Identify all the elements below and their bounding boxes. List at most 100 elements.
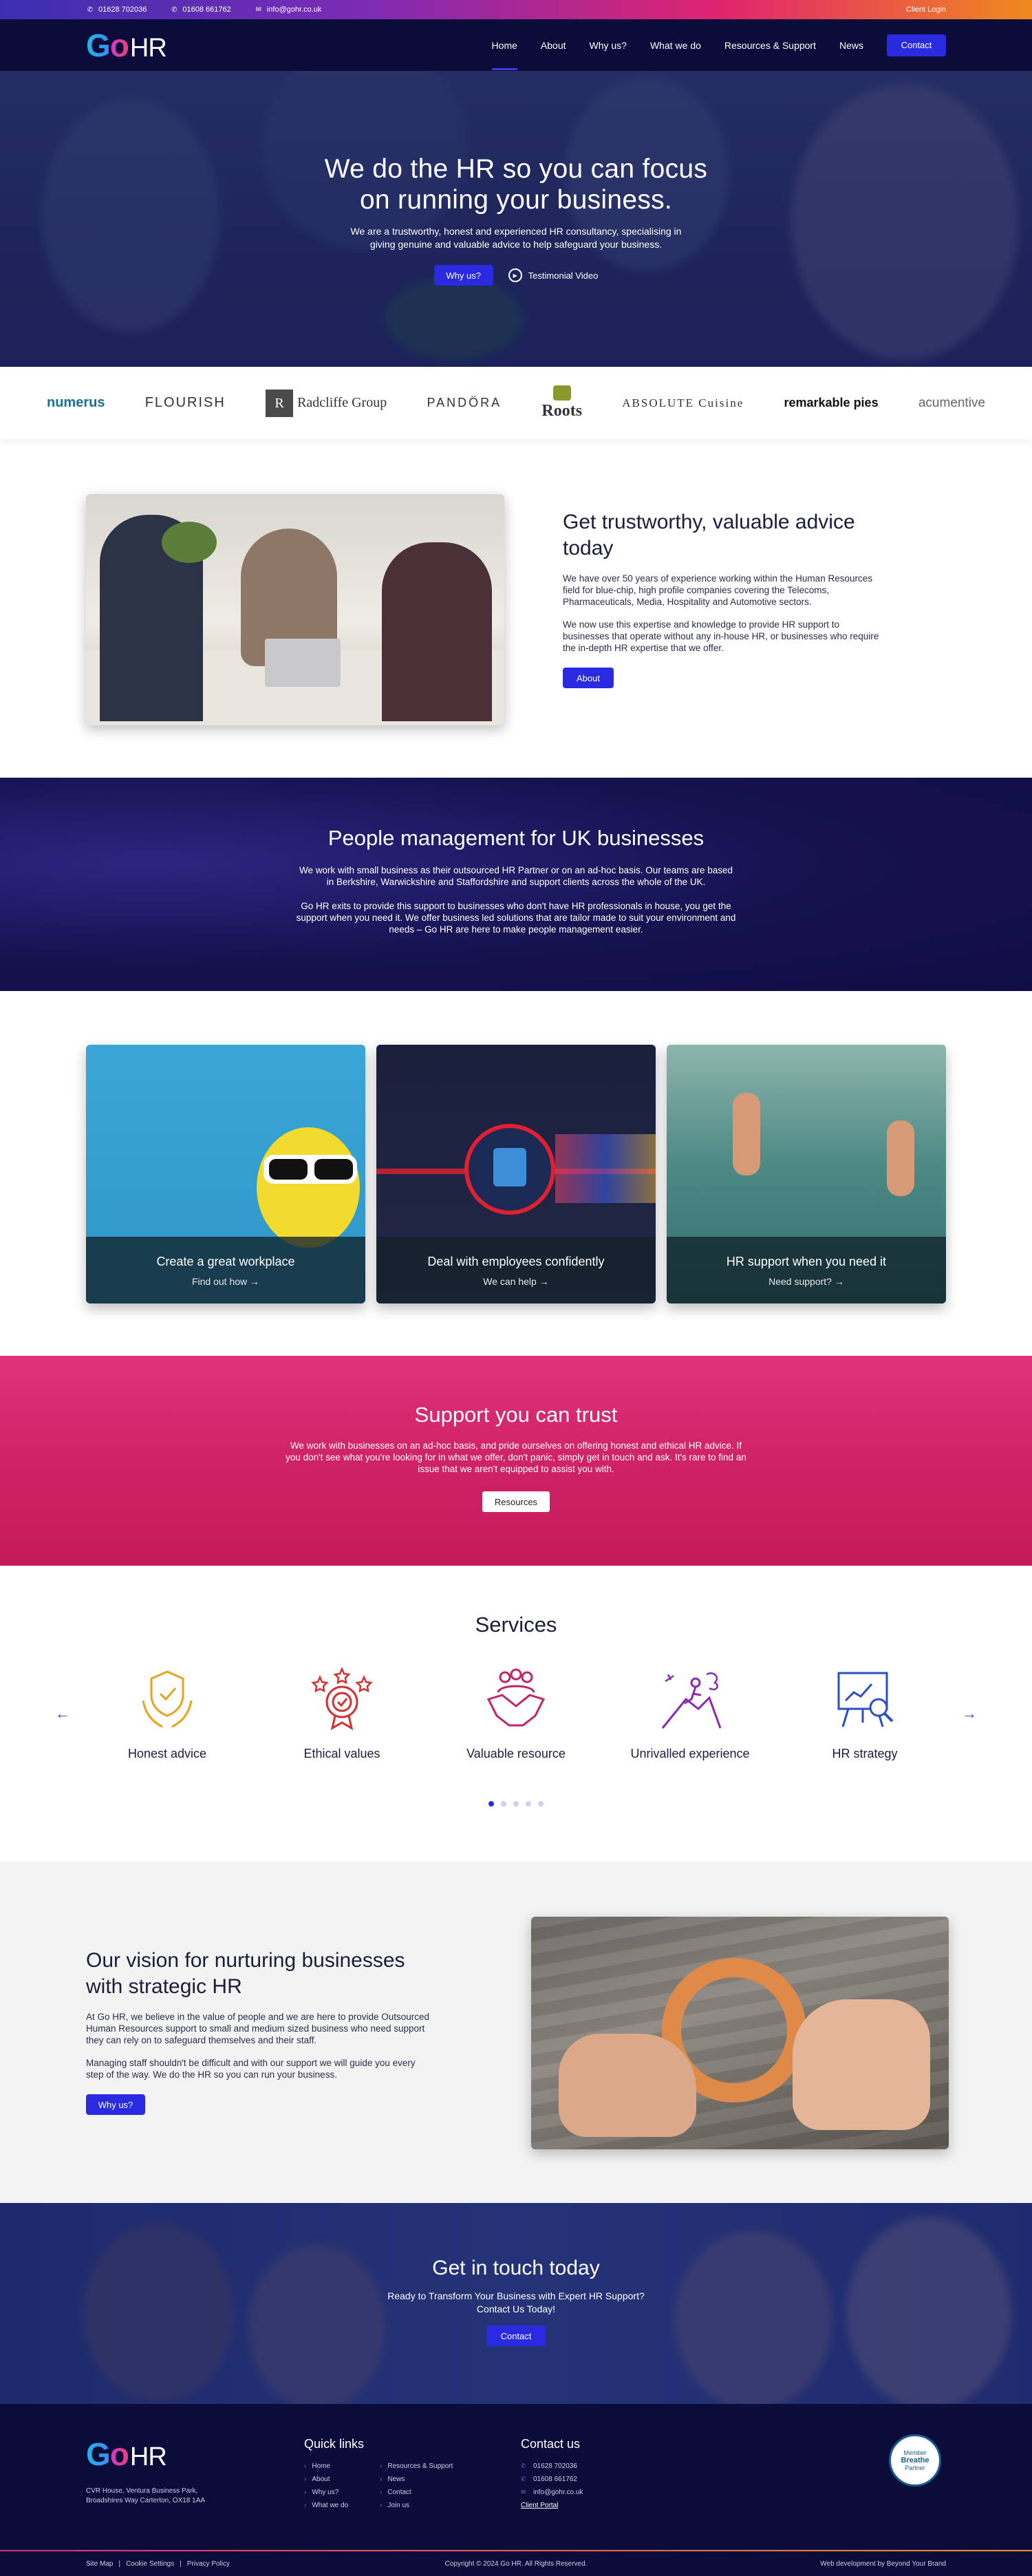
footer-link-contact[interactable]: Contact bbox=[380, 2486, 455, 2499]
nav-why-us[interactable]: Why us? bbox=[590, 36, 627, 55]
sunglasses-lens-right bbox=[314, 1159, 353, 1180]
client-logo-pandora: PANDÖRA bbox=[427, 396, 502, 409]
footer-link-join-us[interactable]: Join us bbox=[380, 2499, 455, 2512]
envelope-icon: ✉ bbox=[521, 2489, 526, 2495]
contact-button[interactable]: Contact bbox=[486, 2325, 546, 2346]
footer-bottom-bar: Site Map | Cookie Settings | Privacy Pol… bbox=[0, 2551, 1032, 2576]
topbar-phone-2[interactable]: ✆ 01608 661762 bbox=[170, 6, 231, 14]
handshake-meeting-image bbox=[86, 494, 504, 725]
why-us-button[interactable]: Why us? bbox=[433, 265, 493, 286]
vision-paragraph-2: Managing staff shouldn't be difficult an… bbox=[86, 2058, 416, 2080]
topbar-email[interactable]: ✉ info@gohr.co.uk bbox=[255, 6, 322, 14]
phone-icon: ✆ bbox=[521, 2462, 526, 2469]
hand-left bbox=[559, 2034, 696, 2137]
shield-hands-icon bbox=[142, 1670, 193, 1728]
team-handshake-icon bbox=[486, 1668, 546, 1727]
footer-link-what-we-do[interactable]: What we do bbox=[304, 2499, 380, 2512]
footer-link-why-us[interactable]: Why us? bbox=[304, 2486, 380, 2499]
service-label: HR strategy bbox=[832, 1747, 898, 1760]
about-button[interactable]: About bbox=[563, 668, 614, 688]
footer-logo[interactable]: Go HR bbox=[86, 2438, 167, 2470]
card-title: HR support when you need it bbox=[726, 1255, 887, 1268]
person-right bbox=[382, 542, 492, 721]
contact-us-title: Contact us bbox=[521, 2437, 581, 2451]
plant bbox=[162, 522, 217, 563]
lock-icon bbox=[493, 1148, 526, 1186]
nav-what-we-do[interactable]: What we do bbox=[650, 36, 701, 55]
footer-link-news[interactable]: News bbox=[380, 2473, 455, 2486]
top-bar: ✆ 01628 702036 ✆ 01608 661762 ✉ info@gohr.c… bbox=[0, 0, 1032, 19]
vision-paragraph-1: At Go HR, we believe in the value of peo… bbox=[86, 2012, 430, 2045]
footer-link-resources[interactable]: Resources & Support bbox=[380, 2460, 455, 2473]
copyright-text: Copyright © 2024 Go HR. All Rights Reser… bbox=[444, 2560, 588, 2568]
client-logo-absolute: ABSOLUTE Cuisine bbox=[622, 396, 744, 409]
footer-address: CVR House, Ventura Business Park, Broads… bbox=[86, 2487, 206, 2504]
footer-link-home[interactable]: Home bbox=[304, 2460, 380, 2473]
topbar-phone-1[interactable]: ✆ 01628 702036 bbox=[86, 6, 147, 14]
data-streams bbox=[555, 1134, 656, 1203]
client-logo-radcliffe: R Radcliffe Group bbox=[266, 389, 387, 417]
people-title: People management for UK businesses bbox=[327, 826, 705, 850]
carousel-dot[interactable] bbox=[488, 1801, 494, 1807]
service-unrivalled-experience[interactable]: Unrivalled experience bbox=[621, 1668, 759, 1761]
client-logo-roots: Roots bbox=[541, 385, 582, 421]
feature-cards-section: Create a great workplace Find out how → … bbox=[0, 991, 1032, 1356]
carousel-dot[interactable] bbox=[501, 1801, 506, 1807]
main-nav: Home About Why us? What we do Resources … bbox=[469, 34, 946, 70]
hero-title: We do the HR so you can focus on running … bbox=[324, 154, 708, 215]
card-link[interactable]: Find out how → bbox=[86, 1276, 365, 1287]
carousel-dot[interactable] bbox=[526, 1801, 531, 1807]
touch-text: Ready to Transform Your Business with Ex… bbox=[387, 2290, 645, 2314]
footer-link-about[interactable]: About bbox=[304, 2473, 380, 2486]
advice-title: Get trustworthy, valuable advice today bbox=[563, 511, 855, 560]
card-employees[interactable]: Deal with employees confidently We can h… bbox=[376, 1045, 656, 1303]
contact-button[interactable]: Contact bbox=[887, 34, 946, 56]
play-icon: ▶ bbox=[508, 268, 522, 282]
advice-paragraph-1: We have over 50 years of experience work… bbox=[563, 573, 872, 607]
footer-phone-1[interactable]: ✆ 01628 702036 bbox=[521, 2460, 583, 2473]
support-section: Support you can trust We work with busin… bbox=[0, 1356, 1032, 1566]
card-workplace[interactable]: Create a great workplace Find out how → bbox=[86, 1045, 365, 1303]
carousel-dot[interactable] bbox=[513, 1801, 519, 1807]
card-hr-support[interactable]: HR support when you need it Need support… bbox=[667, 1045, 946, 1303]
award-medal-icon bbox=[311, 1666, 373, 1730]
service-ethical-values[interactable]: Ethical values bbox=[273, 1666, 411, 1761]
advice-section: Get trustworthy, valuable advice today W… bbox=[0, 439, 1032, 778]
client-logo-acumentive: acumentive bbox=[918, 395, 985, 410]
vision-section: Our vision for nurturing businesses with… bbox=[0, 1862, 1032, 2203]
footer-phone-2[interactable]: ✆ 01608 661762 bbox=[521, 2473, 583, 2486]
card-link[interactable]: Need support? → bbox=[667, 1276, 946, 1287]
service-valuable-resource[interactable]: Valuable resource bbox=[447, 1668, 585, 1761]
service-label: Ethical values bbox=[303, 1747, 380, 1760]
carousel-dot[interactable] bbox=[538, 1801, 544, 1807]
phone-icon: ✆ bbox=[171, 6, 178, 14]
testimonial-video-link[interactable]: ▶ Testimonial Video bbox=[508, 268, 598, 282]
presentation-chart-icon bbox=[837, 1672, 894, 1727]
nav-home[interactable]: Home bbox=[491, 36, 518, 70]
client-logo-flourish: FLOURISH bbox=[144, 395, 226, 410]
service-honest-advice[interactable]: Honest advice bbox=[98, 1668, 236, 1761]
client-portal-link[interactable]: Client Portal bbox=[521, 2499, 583, 2512]
laptop bbox=[265, 639, 341, 687]
service-hr-strategy[interactable]: HR strategy bbox=[796, 1668, 934, 1761]
card-link[interactable]: We can help → bbox=[376, 1276, 656, 1287]
nav-resources-support[interactable]: Resources & Support bbox=[724, 36, 816, 55]
card-title: Create a great workplace bbox=[156, 1255, 295, 1268]
phone-icon: ✆ bbox=[87, 6, 94, 14]
resources-button[interactable]: Resources bbox=[482, 1491, 550, 1512]
phone-icon: ✆ bbox=[521, 2476, 526, 2482]
hands-wooden-people-image bbox=[531, 1917, 949, 2149]
support-text: We work with businesses on an ad-hoc bas… bbox=[286, 1440, 746, 1474]
services-section: Services ← → Honest advice Ethical value… bbox=[0, 1566, 1032, 1862]
footer-email[interactable]: ✉ info@gohr.co.uk bbox=[521, 2486, 583, 2499]
gohr-logo[interactable]: Go HR bbox=[86, 30, 167, 61]
nav-about[interactable]: About bbox=[541, 36, 566, 55]
touch-title: Get in touch today bbox=[432, 2257, 600, 2279]
envelope-icon: ✉ bbox=[255, 6, 261, 14]
nav-news[interactable]: News bbox=[839, 36, 863, 55]
people-paragraph-2: Go HR exits to provide this support to b… bbox=[296, 901, 736, 935]
carousel-dots bbox=[0, 1801, 1032, 1807]
why-us-button[interactable]: Why us? bbox=[86, 2094, 145, 2115]
people-paragraph-1: We work with small business as their out… bbox=[299, 865, 733, 887]
client-login-link[interactable]: Client Login bbox=[906, 6, 946, 14]
